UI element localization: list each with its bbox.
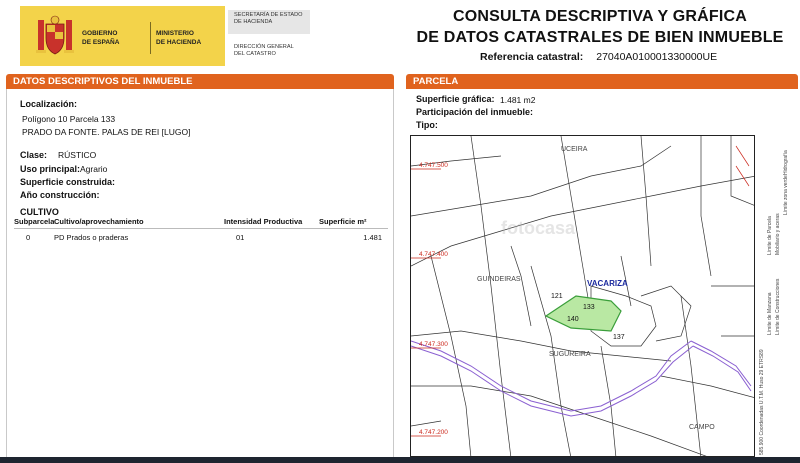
- legend-coords: 585.900 Coordenadas U.T.M. Huso 29 ETRS8…: [759, 349, 765, 455]
- title-line-2: DE DATOS CATASTRALES DE BIEN INMUEBLE: [416, 29, 784, 46]
- map-legend: 585.900 Coordenadas U.T.M. Huso 29 ETRS8…: [757, 135, 797, 457]
- map-label-guindeiras: GUINDEIRAS: [477, 276, 521, 283]
- uso-principal-value: Agrario: [80, 164, 108, 174]
- coord-label-3: 4.747.300: [419, 341, 448, 348]
- parcela-header: PARCELA: [406, 74, 798, 89]
- cell-subparcela: 0: [26, 233, 31, 242]
- localizacion-line-1: Polígono 10 Parcela 133: [22, 114, 116, 124]
- direccion-text: DIRECCIÓN GENERAL DEL CATASTRO: [234, 44, 294, 57]
- logo-yellow-panel: GOBIERNO DE ESPAÑA MINISTERIO DE HACIEND…: [20, 6, 225, 66]
- map-label-sugureira: SUGUREIRA: [549, 351, 591, 358]
- secretaria-text: SECRETARÍA DE ESTADO DE HACIENDA: [228, 10, 310, 34]
- parcel-label-137: 137: [613, 334, 625, 341]
- parcel-label-140: 140: [567, 316, 579, 323]
- clase-label: Clase:: [20, 150, 48, 160]
- datos-descriptivos-header: DATOS DESCRIPTIVOS DEL INMUEBLE: [6, 74, 394, 89]
- col-cultivo: Cultivo/aprovechamiento: [54, 217, 144, 226]
- ref-label: Referencia catastral:: [480, 51, 584, 63]
- superficie-grafica-value: 1.481 m2: [500, 95, 536, 105]
- cell-intensidad: 01: [236, 233, 245, 242]
- col-intensidad: Intensidad Productiva: [224, 217, 303, 226]
- clase-value: RÚSTICO: [58, 150, 97, 160]
- referencia-catastral: Referencia catastral: 27040A010001330000…: [480, 51, 717, 63]
- col-subparcela: Subparcela: [14, 217, 55, 226]
- coord-label-2: 4.747.400: [419, 251, 448, 258]
- legend-zona-verde: Límite zona verde: [783, 175, 789, 215]
- uso-principal-label: Uso principal:: [20, 164, 81, 174]
- localizacion-line-2: PRADO DA FONTE. PALAS DE REI [LUGO]: [22, 127, 191, 137]
- cell-cultivo: PD Prados o praderas: [54, 233, 129, 242]
- cadastral-map[interactable]: 4.747.500 4.747.400 4.747.300 4.747.200 …: [410, 135, 755, 457]
- coat-of-arms-icon: [36, 15, 74, 55]
- parcel-label-121: 121: [551, 293, 563, 300]
- col-superficie: Superficie m²: [319, 217, 367, 226]
- logo-divider: [150, 22, 151, 54]
- gobierno-text: GOBIERNO DE ESPAÑA: [82, 30, 120, 46]
- cell-superficie: 1.481: [363, 233, 382, 242]
- taskbar: [0, 457, 800, 463]
- parcel-label-133: 133: [583, 304, 595, 311]
- localizacion-label: Localización:: [20, 99, 78, 109]
- legend-manzana: Límite de Manzana: [767, 292, 773, 335]
- datos-descriptivos-panel: [6, 89, 394, 463]
- legend-parcela: Límite de Parcela: [767, 216, 773, 255]
- watermark: fotocasa: [501, 218, 576, 238]
- parcel-133-shape: [544, 295, 622, 332]
- ministerio-text: MINISTERIO DE HACIENDA: [156, 30, 202, 46]
- map-label-campo: CAMPO: [689, 424, 715, 431]
- map-label-uceira: UCEIRA: [561, 146, 588, 153]
- map-drawing: [411, 136, 754, 456]
- coord-label-4: 4.747.200: [419, 429, 448, 436]
- legend-hidrografia: Hidrografía: [783, 150, 789, 175]
- map-label-vacariza: VACARIZA: [587, 279, 628, 288]
- participacion-label: Participación del inmueble:: [416, 107, 534, 117]
- table-row: 0 PD Prados o praderas 01 1.481: [14, 229, 388, 242]
- superficie-construida-label: Superficie construida:: [20, 177, 116, 187]
- page-title: CONSULTA DESCRIPTIVA Y GRÁFICA DE DATOS …: [400, 6, 800, 48]
- legend-mobiliario: Mobiliario y aceras: [775, 213, 781, 255]
- coord-label-1: 4.747.500: [419, 162, 448, 169]
- tipo-label: Tipo:: [416, 120, 438, 130]
- title-line-1: CONSULTA DESCRIPTIVA Y GRÁFICA: [452, 8, 747, 25]
- superficie-grafica-label: Superficie gráfica:: [416, 94, 495, 104]
- anio-construccion-label: Año construcción:: [20, 190, 100, 200]
- cultivo-title: CULTIVO: [20, 207, 59, 217]
- cultivo-header-row: Subparcela Cultivo/aprovechamiento Inten…: [14, 217, 388, 229]
- ref-value: 27040A010001330000UE: [596, 51, 718, 63]
- cultivo-table: Subparcela Cultivo/aprovechamiento Inten…: [14, 217, 388, 242]
- legend-construcciones: Límite de Construcciones: [775, 278, 781, 335]
